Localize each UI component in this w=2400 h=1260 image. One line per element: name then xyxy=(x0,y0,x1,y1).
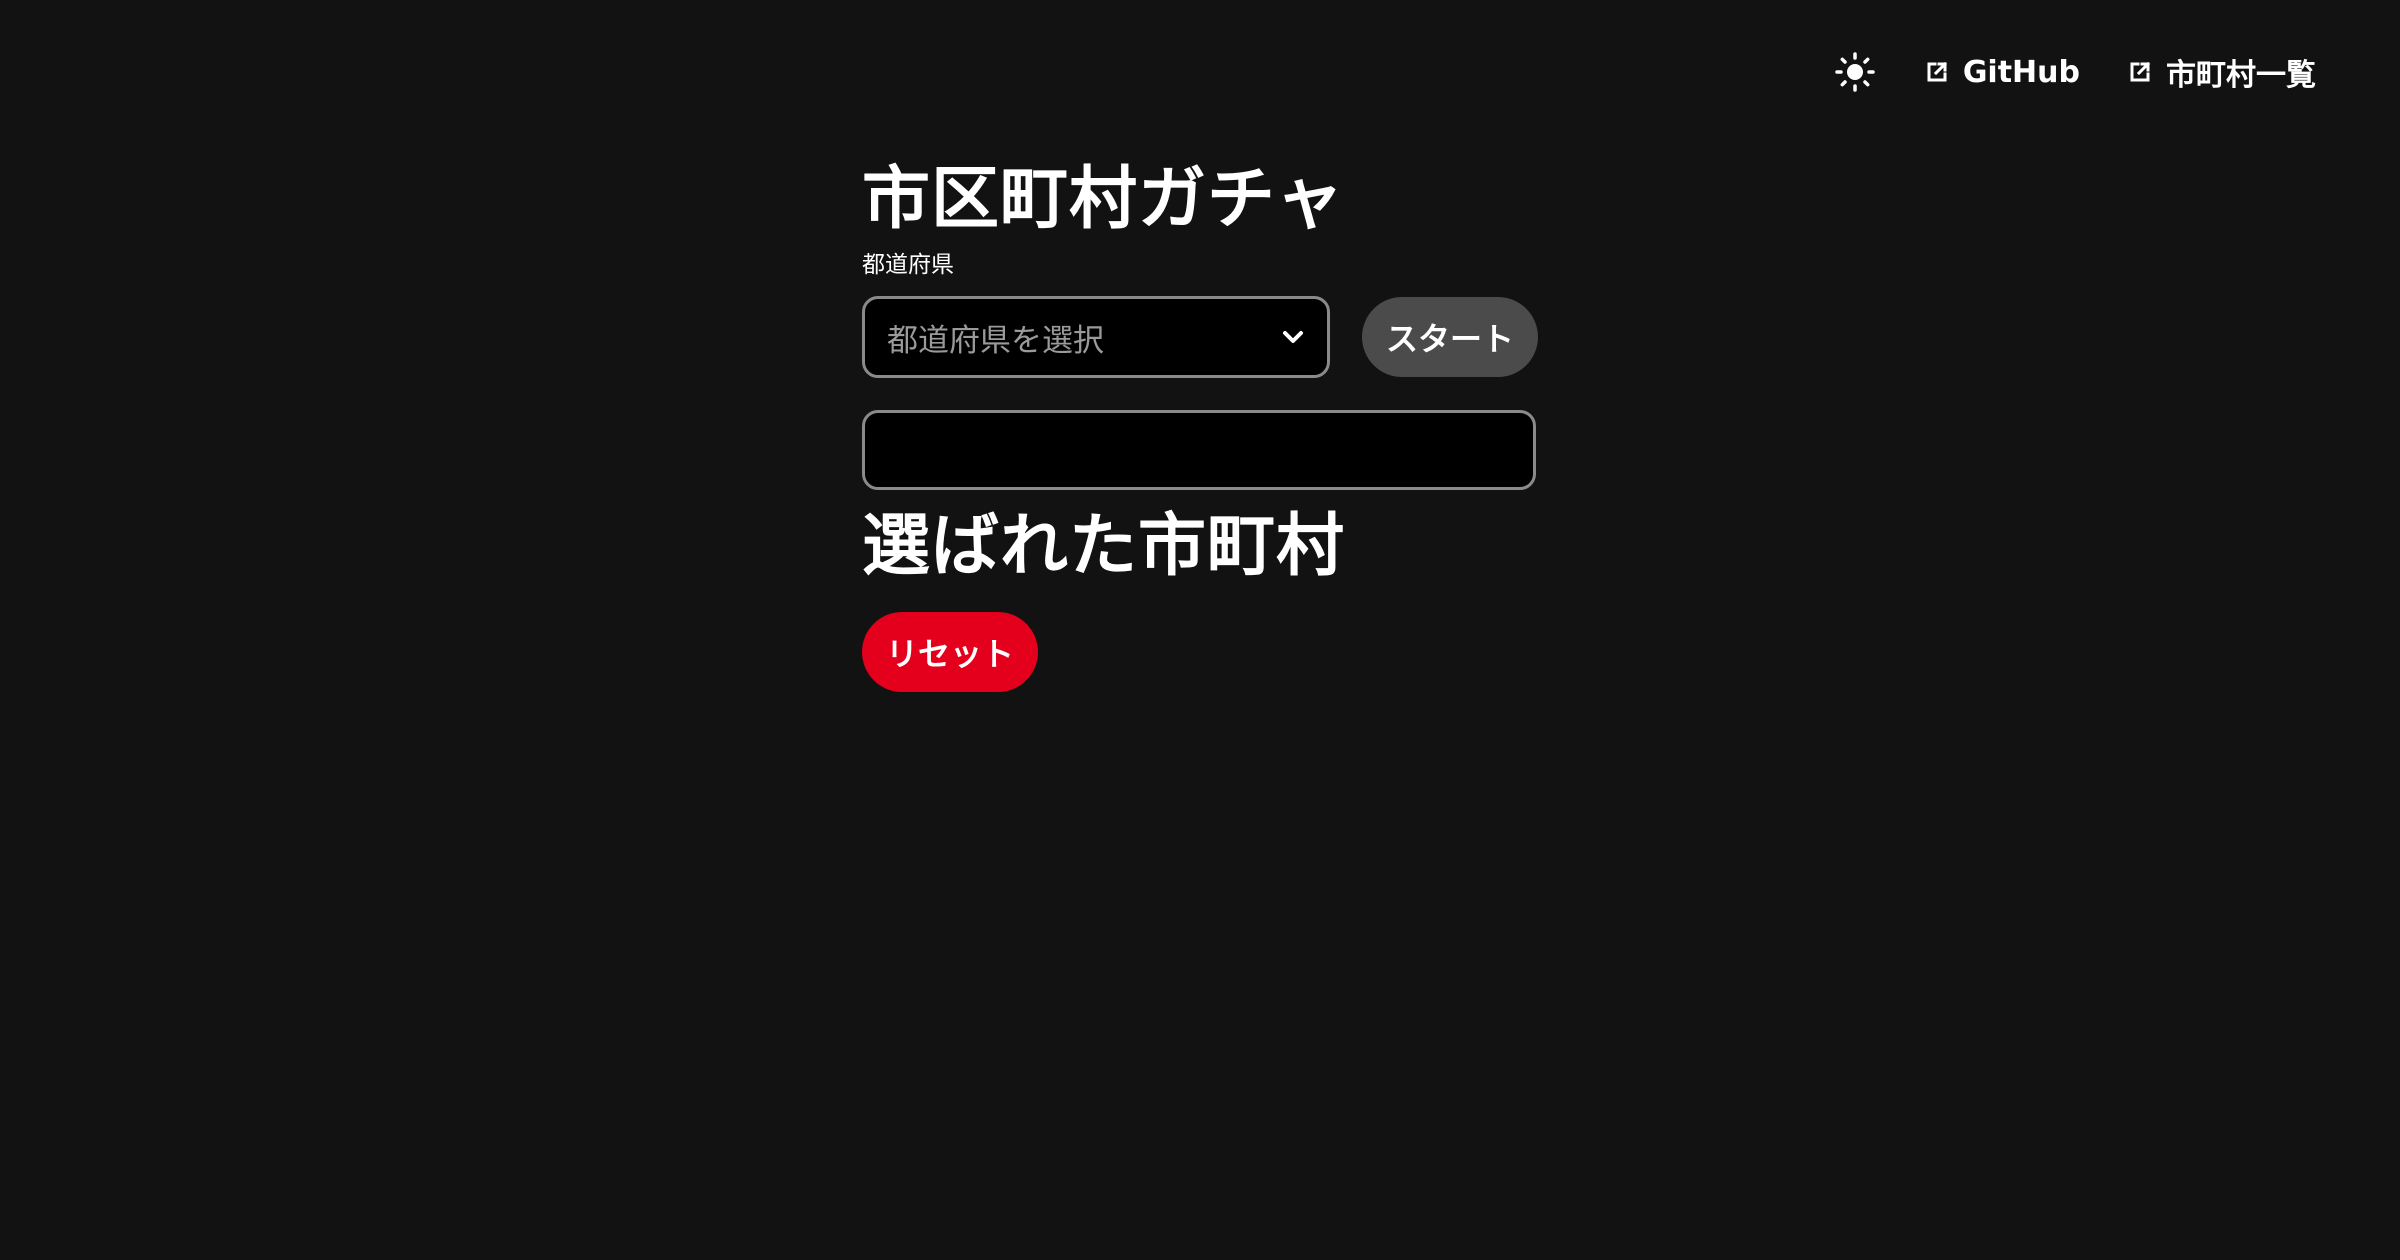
external-link-icon xyxy=(1925,60,1949,84)
prefecture-select[interactable]: 都道府県を選択 xyxy=(862,296,1330,378)
municipality-list-link[interactable]: 市町村一覧 xyxy=(2128,50,2316,94)
page-title: 市区町村ガチャ xyxy=(862,160,1345,239)
municipality-list-link-label: 市町村一覧 xyxy=(2166,58,2316,93)
chosen-municipalities-heading: 選ばれた市町村 xyxy=(862,507,1346,586)
main-content: 市区町村ガチャ 都道府県 都道府県を選択 スタート 選ばれた市町村 リセット xyxy=(862,150,1542,692)
sun-icon xyxy=(1835,52,1875,92)
prefecture-label: 都道府県 xyxy=(862,252,954,278)
result-display xyxy=(862,410,1536,490)
prefecture-select-placeholder: 都道府県を選択 xyxy=(887,322,1104,359)
top-navigation: GitHub 市町村一覧 xyxy=(1833,44,2316,100)
prefecture-row: 都道府県を選択 スタート xyxy=(862,296,1542,378)
theme-toggle-button[interactable] xyxy=(1833,50,1877,94)
github-link[interactable]: GitHub xyxy=(1925,55,2080,90)
reset-button[interactable]: リセット xyxy=(862,612,1038,692)
chevron-down-icon xyxy=(1279,323,1307,351)
external-link-icon xyxy=(2128,60,2152,84)
github-link-label: GitHub xyxy=(1962,54,2080,90)
start-button[interactable]: スタート xyxy=(1362,297,1538,377)
